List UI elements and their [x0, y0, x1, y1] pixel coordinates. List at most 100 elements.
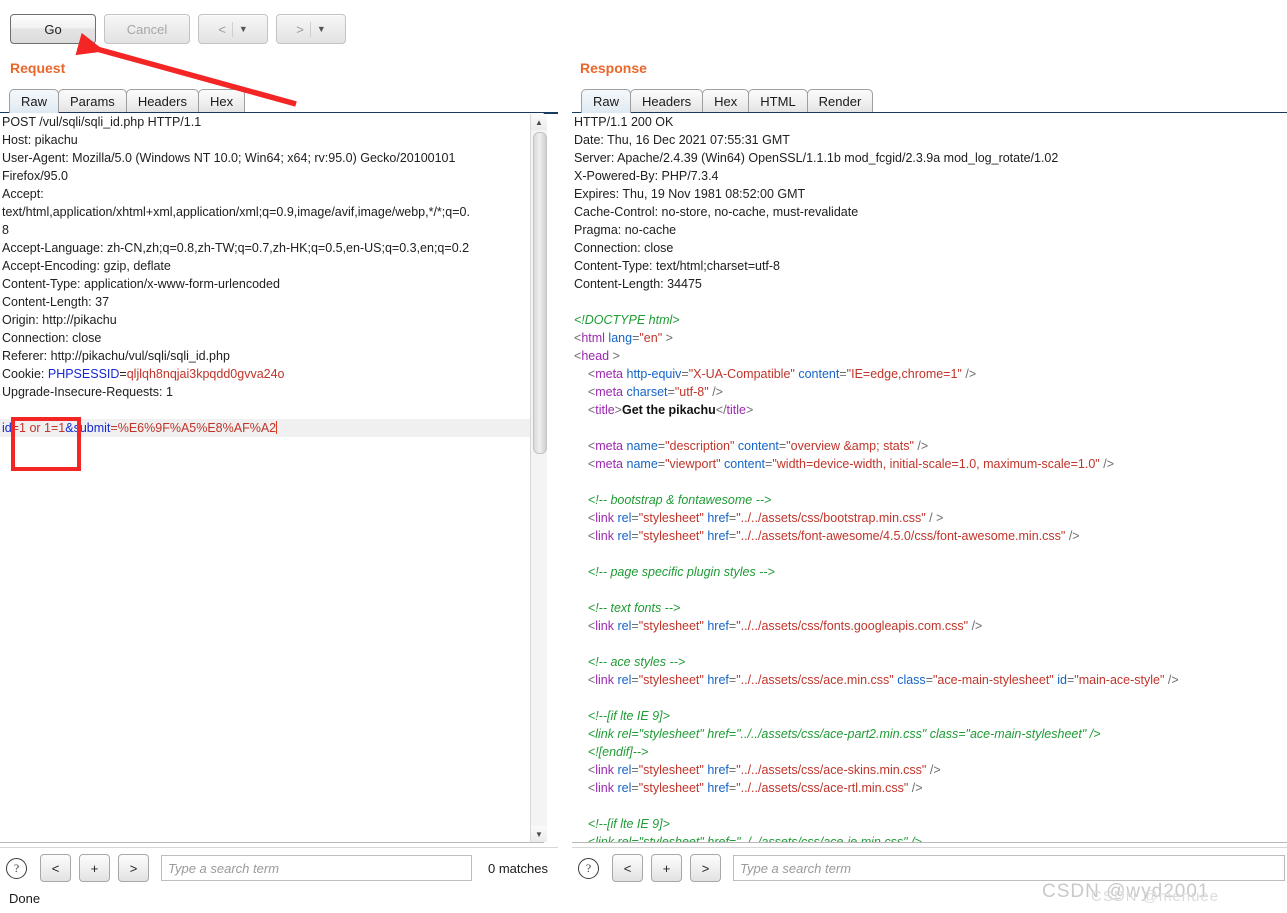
- response-body-line: <link rel="stylesheet" href="../../asset…: [587, 511, 944, 525]
- tab-label: Headers: [642, 94, 692, 109]
- search-add-button[interactable]: +: [79, 854, 110, 882]
- response-body-line: <link rel="stylesheet" href="../../asset…: [587, 529, 1080, 543]
- response-tab-headers[interactable]: Headers: [630, 89, 704, 113]
- response-body-line: <link rel="stylesheet" href="../../asset…: [587, 727, 1101, 741]
- burp-repeater-window: Go Cancel < ▼ > ▼ Request Raw Params Heade…: [0, 0, 1287, 913]
- response-header-line: Date: Thu, 16 Dec 2021 07:55:31 GMT: [574, 133, 790, 147]
- response-header-line: Cache-Control: no-store, no-cache, must-…: [574, 205, 859, 219]
- response-body-line: <!DOCTYPE html>: [574, 313, 680, 327]
- response-body-line: <!--[if lte IE 9]>: [587, 817, 670, 831]
- response-body-line: <link rel="stylesheet" href="../../asset…: [587, 763, 941, 777]
- request-tab-params[interactable]: Params: [58, 89, 127, 113]
- chevron-right-icon: >: [296, 21, 304, 37]
- go-button[interactable]: Go: [10, 14, 96, 44]
- panel-splitter[interactable]: [559, 0, 566, 913]
- chevron-down-icon: ▼: [316, 23, 326, 34]
- history-back-button[interactable]: < ▼: [198, 14, 268, 44]
- search-next-button[interactable]: >: [690, 854, 721, 882]
- response-body-line: <!--[if lte IE 9]>: [587, 709, 670, 723]
- history-forward-button[interactable]: > ▼: [276, 14, 346, 44]
- response-header-line: Pragma: no-cache: [574, 223, 677, 237]
- tab-label: Raw: [21, 94, 48, 109]
- request-body-line: id=1 or 1=1&submit=%E6%9F%A5%E8%AF%A2: [0, 419, 543, 437]
- request-line: POST /vul/sqli/sqli_id.php HTTP/1.1: [2, 115, 202, 129]
- response-body-line: <link rel="stylesheet" href="../../asset…: [587, 835, 922, 843]
- request-line: User-Agent: Mozilla/5.0 (Windows NT 10.0…: [2, 151, 456, 165]
- response-body-line: <!-- ace styles -->: [587, 655, 686, 669]
- request-line: Accept-Encoding: gzip, deflate: [2, 259, 171, 273]
- cancel-button[interactable]: Cancel: [104, 14, 190, 44]
- request-divider: [0, 847, 558, 848]
- button-divider: [309, 21, 311, 37]
- request-line: Accept-Language: zh-CN,zh;q=0.8,zh-TW;q=…: [2, 241, 470, 255]
- repeater-toolbar: Go Cancel < ▼ > ▼: [10, 14, 346, 44]
- request-search-bar: ? < + > Type a search term 0 matches: [6, 852, 548, 884]
- tab-label: HTML: [760, 94, 796, 109]
- request-line: Content-Type: application/x-www-form-url…: [2, 277, 280, 291]
- response-raw-editor[interactable]: HTTP/1.1 200 OK Date: Thu, 16 Dec 2021 07…: [572, 113, 1287, 843]
- response-body-line: <!-- bootstrap & fontawesome -->: [587, 493, 772, 507]
- response-header-line: HTTP/1.1 200 OK: [574, 115, 674, 129]
- annotation-rectangle: [11, 417, 81, 471]
- response-search-input[interactable]: Type a search term: [733, 855, 1285, 881]
- text-caret: [276, 421, 278, 434]
- tab-label: Render: [818, 94, 862, 109]
- response-body-line: <link rel="stylesheet" href="../../asset…: [587, 619, 983, 633]
- response-tab-hex[interactable]: Hex: [702, 89, 750, 113]
- scroll-down-arrow-icon[interactable]: ▼: [531, 826, 547, 842]
- request-tab-hex[interactable]: Hex: [197, 89, 246, 113]
- tab-label: Hex: [714, 94, 738, 109]
- request-scrollbar[interactable]: ▲ ▼: [530, 114, 547, 842]
- request-line: Upgrade-Insecure-Requests: 1: [2, 385, 173, 399]
- response-header-line: Content-Length: 34475: [574, 277, 702, 291]
- chevron-left-icon: <: [218, 21, 226, 37]
- help-icon[interactable]: ?: [6, 857, 27, 879]
- response-tab-html[interactable]: HTML: [748, 89, 808, 113]
- request-line: Firefox/95.0: [2, 169, 69, 183]
- search-prev-button[interactable]: <: [612, 854, 643, 882]
- request-search-input[interactable]: Type a search term: [161, 855, 472, 881]
- response-header-line: Connection: close: [574, 241, 674, 255]
- response-header-line: Content-Type: text/html;charset=utf-8: [574, 259, 780, 273]
- search-prev-button[interactable]: <: [40, 854, 71, 882]
- response-body-line: <!-- page specific plugin styles -->: [587, 565, 775, 579]
- cancel-button-label: Cancel: [126, 21, 168, 37]
- search-add-button[interactable]: +: [651, 854, 682, 882]
- status-text: Done: [9, 891, 41, 906]
- request-tab-raw[interactable]: Raw: [9, 89, 60, 113]
- response-header-line: Server: Apache/2.4.39 (Win64) OpenSSL/1.…: [574, 151, 1059, 165]
- response-body-line: <meta name="viewport" content="width=dev…: [587, 457, 1115, 471]
- response-tab-raw[interactable]: Raw: [581, 89, 632, 113]
- request-line: text/html,application/xhtml+xml,applicat…: [2, 205, 470, 219]
- scroll-up-arrow-icon[interactable]: ▲: [531, 114, 547, 130]
- request-line: Referer: http://pikachu/vul/sqli/sqli_id…: [2, 349, 230, 363]
- response-body-line: <link rel="stylesheet" href="../../asset…: [587, 673, 1179, 687]
- scrollbar-thumb[interactable]: [533, 132, 547, 454]
- response-body-line: <head >: [574, 349, 620, 363]
- request-raw-editor[interactable]: POST /vul/sqli/sqli_id.php HTTP/1.1 Host:…: [0, 113, 544, 843]
- help-icon[interactable]: ?: [578, 857, 599, 879]
- response-header-line: X-Powered-By: PHP/7.3.4: [574, 169, 719, 183]
- request-cookie-line: Cookie: PHPSESSID=qljlqh8nqjai3kpqdd0gvv…: [2, 367, 285, 381]
- response-body-line: <meta charset="utf-8" />: [587, 385, 723, 399]
- watermark-secondary: CSDN @menuee: [1091, 888, 1220, 905]
- request-title: Request: [10, 60, 66, 76]
- request-tab-headers[interactable]: Headers: [125, 89, 199, 113]
- tab-label: Hex: [209, 94, 234, 109]
- response-title: Response: [580, 60, 647, 76]
- search-next-button[interactable]: >: [118, 854, 149, 882]
- request-search-placeholder: Type a search term: [168, 860, 280, 876]
- button-divider: [231, 21, 233, 37]
- response-tabs[interactable]: Raw Headers Hex HTML Render: [581, 88, 874, 113]
- request-tabs[interactable]: Raw Params Headers Hex: [9, 88, 246, 113]
- request-line: Accept:: [2, 187, 44, 201]
- response-search-bar: ? < + > Type a search term: [578, 852, 1285, 884]
- request-match-count: 0 matches: [488, 860, 548, 876]
- response-header-line: Expires: Thu, 19 Nov 1981 08:52:00 GMT: [574, 187, 806, 201]
- response-body-line: <title>Get the pikachu</title>: [587, 403, 754, 417]
- request-line: Origin: http://pikachu: [2, 313, 117, 327]
- response-body-line: <html lang="en" >: [574, 331, 673, 345]
- response-body-line: <!-- text fonts -->: [587, 601, 681, 615]
- request-panel: Go Cancel < ▼ > ▼ Request Raw Params Heade…: [0, 0, 558, 913]
- response-tab-render[interactable]: Render: [806, 89, 874, 113]
